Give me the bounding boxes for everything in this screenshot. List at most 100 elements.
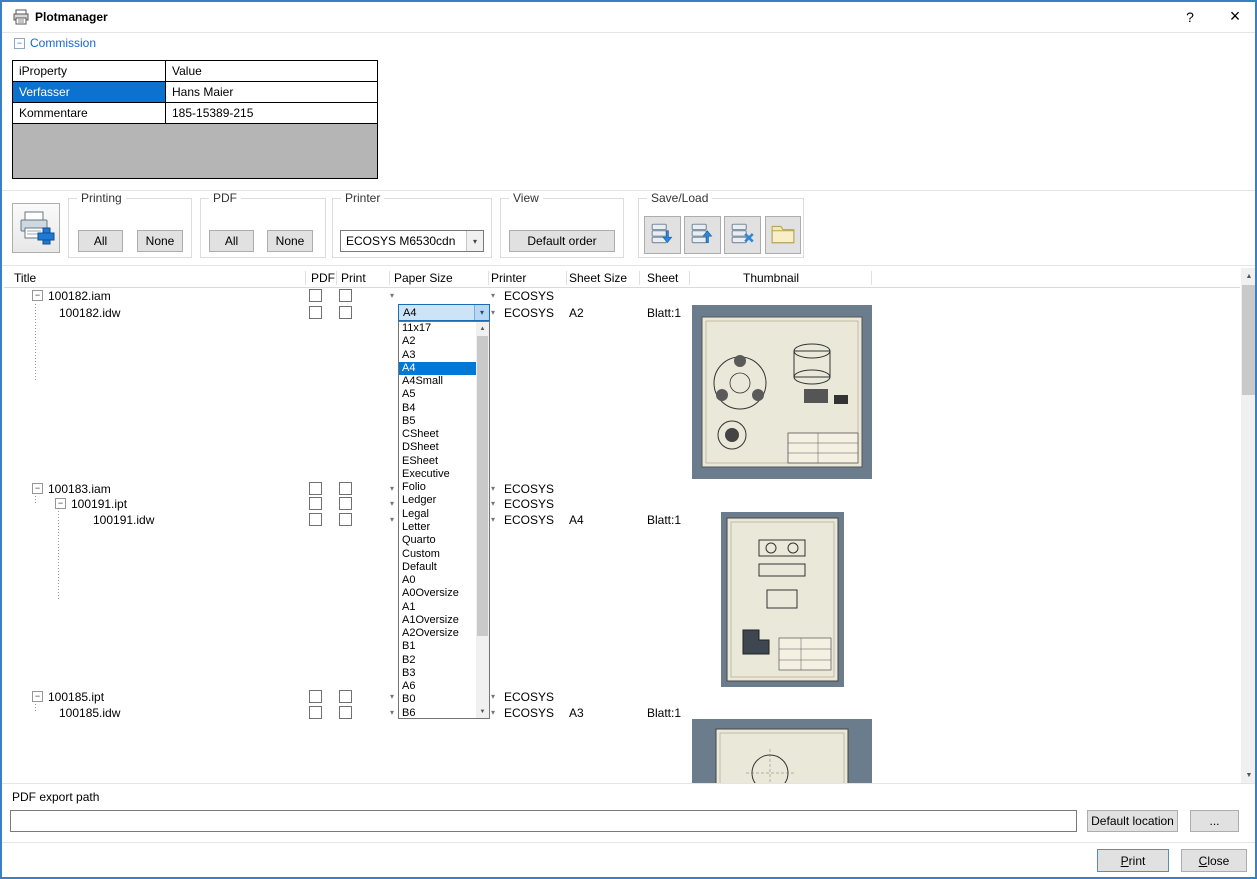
tree-collapse-toggle[interactable]: − bbox=[32, 483, 43, 494]
paper-size-option[interactable]: B5 bbox=[399, 415, 476, 428]
pdf-checkbox[interactable] bbox=[309, 289, 322, 302]
table-row[interactable]: − 100183.iam ▾ ▾ ECOSYS bbox=[4, 481, 1240, 496]
add-printer-button[interactable] bbox=[12, 203, 60, 253]
browse-folder-button[interactable] bbox=[765, 216, 801, 254]
paper-size-option[interactable]: Ledger bbox=[399, 494, 476, 507]
table-row[interactable]: − 100191.ipt ▾ ▾ ECOSYS bbox=[4, 496, 1240, 511]
paper-size-option[interactable]: Letter bbox=[399, 521, 476, 534]
pdf-checkbox[interactable] bbox=[309, 690, 322, 703]
paper-size-dropdown-icon[interactable]: ▾ bbox=[390, 692, 394, 702]
scroll-down-button[interactable]: ▼ bbox=[1241, 767, 1255, 783]
table-row[interactable]: Verfasser Hans Maier bbox=[13, 82, 377, 103]
printer-dropdown-icon[interactable]: ▾ bbox=[491, 692, 495, 702]
table-row[interactable]: 100185.idw ▾ ▾ ECOSYS A3 Blatt:1 bbox=[4, 704, 1240, 783]
tree-collapse-toggle[interactable]: − bbox=[32, 691, 43, 702]
property-cell[interactable]: Kommentare bbox=[13, 103, 166, 123]
grid-scrollbar[interactable]: ▲ ▼ bbox=[1241, 268, 1255, 783]
column-header-print[interactable]: Print bbox=[341, 271, 366, 285]
paper-size-option[interactable]: DSheet bbox=[399, 441, 476, 454]
scroll-up-button[interactable]: ▲ bbox=[1241, 268, 1255, 284]
paper-size-option[interactable]: A2Oversize bbox=[399, 627, 476, 640]
paper-size-option[interactable]: B6 bbox=[399, 707, 476, 718]
column-header-thumbnail[interactable]: Thumbnail bbox=[743, 271, 799, 285]
scroll-down-button[interactable]: ▼ bbox=[476, 705, 489, 718]
printer-dropdown-icon[interactable]: ▾ bbox=[491, 484, 495, 494]
paper-size-dropdown-icon[interactable]: ▾ bbox=[390, 515, 394, 525]
paper-size-option[interactable]: A0Oversize bbox=[399, 587, 476, 600]
paper-size-option[interactable]: Custom bbox=[399, 548, 476, 561]
scroll-up-button[interactable]: ▲ bbox=[476, 322, 489, 335]
paper-size-option[interactable]: A4Small bbox=[399, 375, 476, 388]
pdf-checkbox[interactable] bbox=[309, 706, 322, 719]
chevron-down-icon[interactable]: ▾ bbox=[474, 305, 489, 320]
paper-size-option[interactable]: Default bbox=[399, 561, 476, 574]
property-cell[interactable]: Verfasser bbox=[13, 82, 166, 102]
column-header-sheet[interactable]: Sheet bbox=[647, 271, 678, 285]
close-button[interactable]: × bbox=[1222, 5, 1248, 28]
paper-size-option[interactable]: A0 bbox=[399, 574, 476, 587]
pdf-checkbox[interactable] bbox=[309, 497, 322, 510]
browse-button[interactable]: ... bbox=[1190, 810, 1239, 832]
print-checkbox[interactable] bbox=[339, 513, 352, 526]
tree-collapse-toggle[interactable]: − bbox=[55, 498, 66, 509]
paper-size-dropdown-icon[interactable]: ▾ bbox=[390, 484, 394, 494]
print-checkbox[interactable] bbox=[339, 482, 352, 495]
scrollbar-thumb[interactable] bbox=[1242, 285, 1255, 395]
column-header-paper-size[interactable]: Paper Size bbox=[394, 271, 453, 285]
close-dialog-button[interactable]: Close bbox=[1181, 849, 1247, 872]
paper-size-option[interactable]: B4 bbox=[399, 402, 476, 415]
commission-collapse-toggle[interactable]: − bbox=[14, 38, 25, 49]
column-header-sheet-size[interactable]: Sheet Size bbox=[569, 271, 627, 285]
chevron-down-icon[interactable]: ▾ bbox=[466, 231, 483, 251]
column-header-printer[interactable]: Printer bbox=[491, 271, 526, 285]
pdf-checkbox[interactable] bbox=[309, 513, 322, 526]
printer-dropdown-icon[interactable]: ▾ bbox=[491, 308, 495, 318]
pdf-all-button[interactable]: All bbox=[209, 230, 254, 252]
paper-size-combobox[interactable]: A4 ▾ bbox=[398, 304, 490, 321]
paper-size-option[interactable]: CSheet bbox=[399, 428, 476, 441]
column-header-pdf[interactable]: PDF bbox=[311, 271, 335, 285]
printer-combobox[interactable]: ECOSYS M6530cdn ▾ bbox=[340, 230, 484, 252]
pdf-checkbox[interactable] bbox=[309, 306, 322, 319]
commission-section-label[interactable]: Commission bbox=[30, 36, 96, 50]
printing-all-button[interactable]: All bbox=[78, 230, 123, 252]
paper-size-option[interactable]: B1 bbox=[399, 640, 476, 653]
printing-none-button[interactable]: None bbox=[137, 230, 183, 252]
paper-size-option[interactable]: ESheet bbox=[399, 455, 476, 468]
paper-size-option[interactable]: A2 bbox=[399, 335, 476, 348]
printer-dropdown-icon[interactable]: ▾ bbox=[491, 708, 495, 718]
paper-size-option[interactable]: B3 bbox=[399, 667, 476, 680]
pdf-checkbox[interactable] bbox=[309, 482, 322, 495]
delete-list-button[interactable] bbox=[724, 216, 761, 254]
save-list-button[interactable] bbox=[644, 216, 681, 254]
paper-size-option[interactable]: B2 bbox=[399, 654, 476, 667]
paper-size-option[interactable]: A3 bbox=[399, 349, 476, 362]
table-row[interactable]: 100182.idw A4 ▾ ▾ ECOSYS A2 Blatt:1 bbox=[4, 304, 1240, 481]
printer-dropdown-icon[interactable]: ▾ bbox=[491, 499, 495, 509]
table-row[interactable]: − 100185.ipt ▾ ▾ ECOSYS bbox=[4, 689, 1240, 704]
paper-size-option[interactable]: A4 bbox=[399, 361, 476, 376]
table-row[interactable]: Kommentare 185-15389-215 bbox=[13, 103, 377, 124]
print-checkbox[interactable] bbox=[339, 706, 352, 719]
paper-size-option[interactable]: A1 bbox=[399, 601, 476, 614]
table-row[interactable]: 100191.idw ▾ ▾ ECOSYS A4 Blatt:1 bbox=[4, 511, 1240, 689]
column-header-title[interactable]: Title bbox=[14, 271, 36, 285]
value-cell[interactable]: Hans Maier bbox=[166, 82, 377, 102]
paper-size-option[interactable]: Legal bbox=[399, 508, 476, 521]
tree-collapse-toggle[interactable]: − bbox=[32, 290, 43, 301]
default-location-button[interactable]: Default location bbox=[1087, 810, 1178, 832]
pdf-export-path-input[interactable] bbox=[10, 810, 1077, 832]
paper-size-option[interactable]: Folio bbox=[399, 481, 476, 494]
dropdown-scrollbar[interactable]: ▲ ▼ bbox=[476, 322, 489, 718]
load-list-button[interactable] bbox=[684, 216, 721, 254]
paper-size-option[interactable]: Executive bbox=[399, 468, 476, 481]
paper-size-option[interactable]: 11x17 bbox=[399, 322, 476, 335]
print-checkbox[interactable] bbox=[339, 289, 352, 302]
printer-dropdown-icon[interactable]: ▾ bbox=[491, 291, 495, 301]
print-checkbox[interactable] bbox=[339, 306, 352, 319]
print-checkbox[interactable] bbox=[339, 497, 352, 510]
scrollbar-thumb[interactable] bbox=[477, 336, 488, 636]
paper-size-option[interactable]: B0 bbox=[399, 693, 476, 706]
paper-size-dropdown-icon[interactable]: ▾ bbox=[390, 708, 394, 718]
print-button[interactable]: Print bbox=[1097, 849, 1169, 872]
